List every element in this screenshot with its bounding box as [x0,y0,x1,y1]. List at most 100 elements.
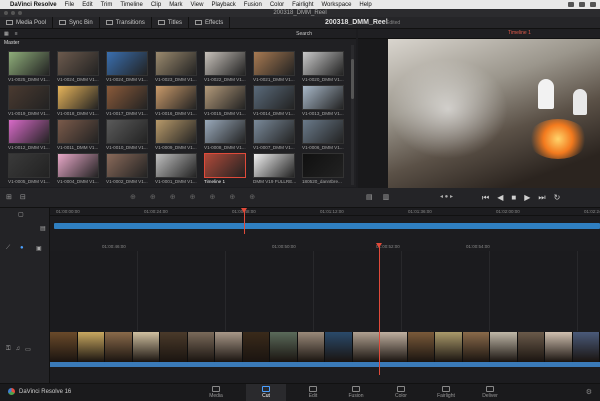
playhead-lower[interactable] [379,243,380,375]
loop-icon[interactable]: ↻ [554,193,561,203]
jog-control[interactable]: ◂ ● ▸ [440,193,453,200]
media-clip[interactable]: V1-0018_DMM V1... [57,85,101,118]
close-up-icon[interactable]: ⊕ [190,193,196,201]
viewer-mode-icon[interactable]: ▤ [366,193,373,201]
search-icon[interactable] [590,2,596,7]
close-icon[interactable] [4,11,8,15]
media-clip[interactable]: V1-0009_DMM V1... [155,119,199,152]
page-tab-edit[interactable]: Edit [293,384,333,401]
media-clip[interactable]: Timeline 1 [204,153,248,186]
upper-timeline-clip[interactable] [54,223,600,229]
track-grid-icon[interactable]: ▣ [36,245,42,252]
menu-mark[interactable]: Mark [169,2,182,8]
menu-fairlight[interactable]: Fairlight [292,2,313,8]
settings-icon[interactable]: ⚙ [586,388,592,396]
media-clip[interactable]: V1-0021_DMM V1... [253,51,297,84]
tool-icon[interactable]: ⊟ [20,193,26,201]
media-clip[interactable]: V1-0014_DMM V1... [253,85,297,118]
media-clip[interactable]: V1-0017_DMM V1... [106,85,150,118]
monitor-icon[interactable]: ▭ [25,346,31,353]
lock-icon[interactable]: ⚿ [6,346,11,353]
minimize-icon[interactable] [11,11,15,15]
zoom-icon[interactable] [18,11,22,15]
place-on-top-icon[interactable]: ⊕ [210,193,216,201]
page-tab-fusion[interactable]: Fusion [336,384,376,401]
menu-file[interactable]: File [65,2,75,8]
media-clip[interactable]: V1-0022_DMM V1... [204,51,248,84]
media-clip[interactable]: V1-0024_DMM V1... [57,51,101,84]
stop-icon[interactable]: ■ [511,193,516,203]
audio-track[interactable] [50,362,600,367]
source-overwrite-icon[interactable]: ⊕ [229,193,235,201]
menu-view[interactable]: View [191,2,204,8]
media-clip[interactable]: V1-0006_DMM V1... [302,119,346,152]
media-clip[interactable]: V1-0012_DMM V1... [8,119,52,152]
media-clip[interactable]: V1-0023_DMM V1... [155,51,199,84]
media-pool-button[interactable]: Media Pool [0,16,54,29]
page-tab-color[interactable]: Color [381,384,421,401]
menu-timeline[interactable]: Timeline [120,2,142,8]
media-clip[interactable]: V1-0019_DMM V1... [8,85,52,118]
timeline-ruler-top[interactable]: 01:00:00:0001:00:24:0001:00:48:0001:01:1… [50,208,600,216]
media-search[interactable]: Search [296,31,312,37]
ripple-overwrite-icon[interactable]: ⊕ [170,193,176,201]
menu-help[interactable]: Help [359,2,371,8]
import-icon[interactable]: ▦ [4,31,9,37]
track-lock-icon[interactable]: ▢ [18,211,24,218]
media-clip[interactable]: 180520_danntbre... [302,153,346,186]
audio-icon[interactable]: ♫ [16,346,21,353]
media-clip[interactable]: V1-0010_DMM V1... [106,119,150,152]
titles-button[interactable]: Titles [152,16,189,29]
menu-edit[interactable]: Edit [82,2,92,8]
play-icon[interactable]: ▶ [524,193,530,203]
smart-insert-icon[interactable]: ⊕ [130,193,136,201]
timeline-canvas[interactable] [50,251,600,331]
media-clip[interactable]: DMM V19 FULLRE... [253,153,297,186]
track-view-icon[interactable]: ▤ [40,225,46,232]
sync-bin-button[interactable]: Sync Bin [53,16,100,29]
menu-playback[interactable]: Playback [211,2,235,8]
media-clip[interactable]: V1-0001_DMM V1... [155,153,199,186]
menu-app-name[interactable]: DaVinci Resolve [10,2,57,8]
transitions-button[interactable]: Transitions [100,16,152,29]
media-clip[interactable]: V1-0011_DMM V1... [57,119,101,152]
viewer-settings-icon[interactable]: ▥ [383,193,390,201]
page-tab-fairlight[interactable]: Fairlight [426,384,466,401]
media-clip[interactable]: V1-0025_DMM V1... [8,51,52,84]
last-frame-icon[interactable]: ⏭ [538,193,545,203]
menu-trim[interactable]: Trim [101,2,113,8]
menu-color[interactable]: Color [270,2,284,8]
video-track-clips[interactable] [50,332,600,362]
media-clip[interactable]: V1-0008_DMM V1... [204,119,248,152]
page-tab-media[interactable]: Media [196,384,236,401]
media-clip[interactable]: V1-0002_DMM V1... [106,153,150,186]
media-clip[interactable]: V1-0007_DMM V1... [253,119,297,152]
blade-icon[interactable]: ⊕ [249,193,255,201]
wifi-icon[interactable] [568,2,574,7]
menu-clip[interactable]: Clip [151,2,161,8]
battery-icon[interactable] [579,2,585,7]
media-clip[interactable]: V1-0013_DMM V1... [302,85,346,118]
page-tab-cut[interactable]: Cut [246,384,286,401]
track-dot-icon[interactable]: ● [20,245,24,251]
timeline-ruler-bottom[interactable]: 01:00:46:00 01:00:50:00 01:00:52:00 01:00:5… [50,243,600,251]
sort-icon[interactable]: ≡ [15,31,18,37]
reverse-icon[interactable]: ◀ [497,193,503,203]
media-clip[interactable]: V1-0016_DMM V1... [155,85,199,118]
snap-icon[interactable]: ⟋ [6,245,10,252]
effects-button[interactable]: Effects [189,16,231,29]
page-tab-deliver[interactable]: Deliver [470,384,510,401]
media-clip[interactable]: V1-0004_DMM V1... [57,153,101,186]
media-pool-scrollbar[interactable] [351,45,354,185]
first-frame-icon[interactable]: ⏮ [482,193,489,203]
media-clip[interactable]: V1-0020_DMM V1... [302,51,346,84]
viewer-options: ▤ ▥ [366,193,389,201]
menu-fusion[interactable]: Fusion [244,2,262,8]
media-clip[interactable]: V1-0015_DMM V1... [204,85,248,118]
media-clip[interactable]: V1-0005_DMM V1... [8,153,52,186]
split-clip-icon[interactable]: ⊞ [6,193,12,201]
append-icon[interactable]: ⊕ [150,193,156,201]
scroll-thumb[interactable] [351,59,354,99]
menu-workspace[interactable]: Workspace [322,2,352,8]
media-clip[interactable]: V1-0024_DMM V1... [106,51,150,84]
